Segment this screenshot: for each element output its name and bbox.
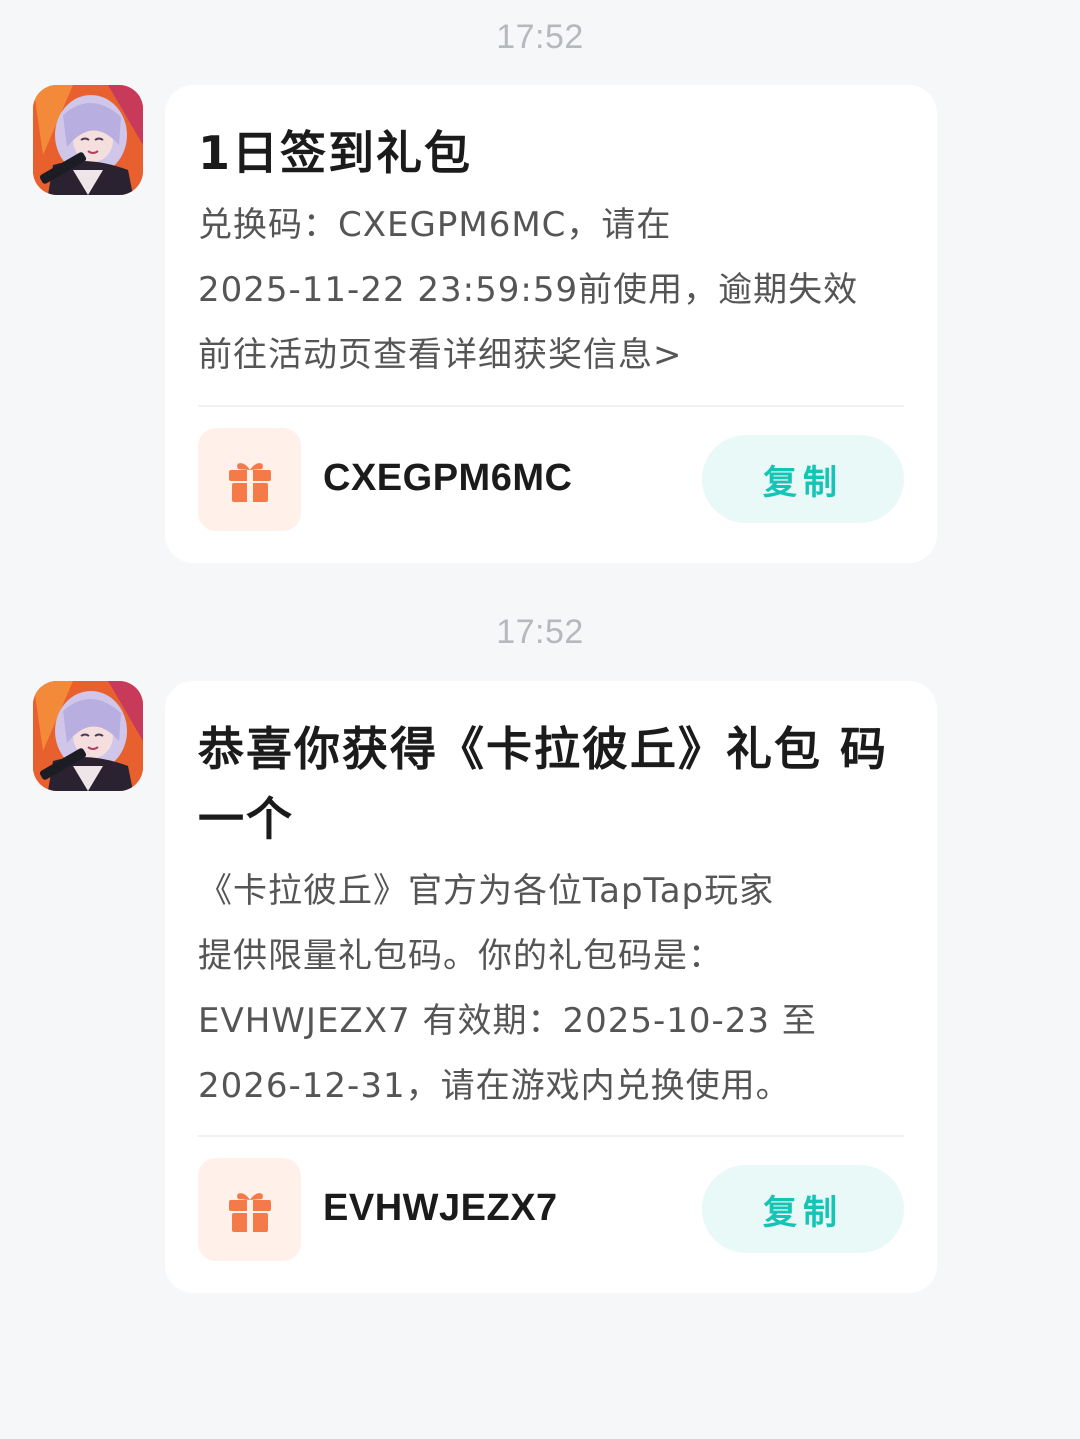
game-character-avatar-icon — [33, 681, 143, 791]
message-title-line: 1日签到礼包 — [198, 126, 473, 180]
message-body-line: 《卡拉彼丘》官方为各位TapTap玩家 — [198, 871, 775, 911]
message-card: 恭喜你获得《卡拉彼丘》礼包 码一个 《卡拉彼丘》官方为各位TapTap玩家 提供… — [165, 681, 937, 1293]
message-timestamp: 17:52 — [496, 18, 584, 56]
message-title: 1日签到礼包 — [198, 118, 908, 188]
gift-code: EVHWJEZX7 — [323, 1187, 558, 1229]
message-body-line: 2025-11-22 23:59:59前使用，逾期失效 — [198, 270, 859, 310]
message-body[interactable]: 兑换码：CXEGPM6MC，请在 2025-11-22 23:59:59前使用，… — [198, 193, 908, 388]
message-card: 1日签到礼包 兑换码：CXEGPM6MC，请在 2025-11-22 23:59… — [165, 85, 937, 563]
gift-icon-box — [198, 1158, 301, 1261]
activity-page-link[interactable]: 前往活动页查看详细获奖信息> — [198, 323, 908, 388]
divider — [198, 405, 904, 407]
game-character-avatar-icon — [33, 85, 143, 195]
message-body-line: EVHWJEZX7 有效期：2025-10-23 至 — [198, 1001, 817, 1041]
copy-button[interactable]: 复制 — [702, 1165, 904, 1253]
copy-button[interactable]: 复制 — [702, 435, 904, 523]
gift-icon — [228, 1192, 271, 1232]
message-title-line: 恭喜你获得《卡拉彼丘》礼包 — [198, 722, 822, 776]
gift-code: CXEGPM6MC — [323, 457, 573, 499]
message-timestamp: 17:52 — [496, 613, 584, 651]
message-body-line: 兑换码：CXEGPM6MC，请在 — [198, 205, 672, 245]
message-body-line: 2026-12-31，请在游戏内兑换使用。 — [198, 1066, 791, 1106]
gift-icon-box — [198, 428, 301, 531]
game-avatar[interactable] — [33, 681, 143, 791]
divider — [198, 1135, 904, 1137]
message-title: 恭喜你获得《卡拉彼丘》礼包 码一个 — [198, 714, 908, 854]
message-body-line: 提供限量礼包码。你的礼包码是： — [198, 936, 723, 976]
game-avatar[interactable] — [33, 85, 143, 195]
gift-icon — [228, 462, 271, 502]
message-body: 《卡拉彼丘》官方为各位TapTap玩家 提供限量礼包码。你的礼包码是： EVHW… — [198, 859, 908, 1119]
